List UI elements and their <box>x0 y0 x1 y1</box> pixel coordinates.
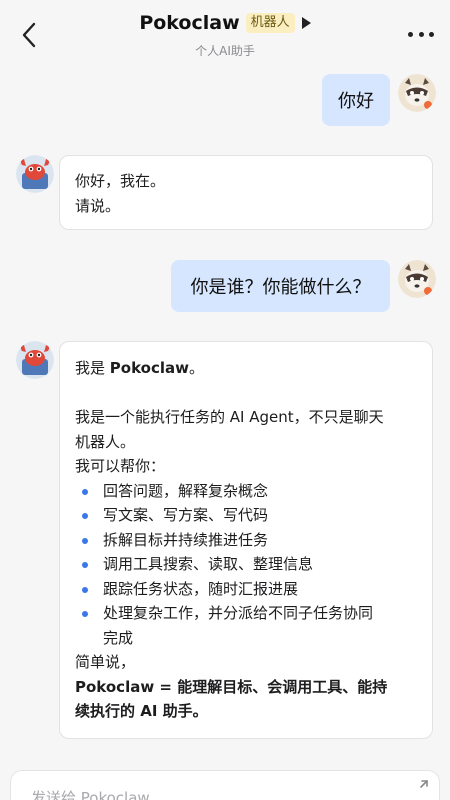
summary-label: 简单说， <box>75 653 136 671</box>
chat-header: Pokoclaw 机器人 个人AI助手 <box>0 0 450 68</box>
bot-message-line: 你好，我在。 <box>75 172 166 190</box>
user-message-bubble[interactable]: 你是谁？你能做什么？ <box>171 260 390 312</box>
list-item: 处理复杂工作，并分派给不同子任务协同 <box>75 601 417 626</box>
list-item: 调用工具搜索、读取、整理信息 <box>75 552 417 577</box>
bot-avatar[interactable] <box>16 341 54 379</box>
bot-name: Pokoclaw <box>109 359 189 377</box>
more-horizontal-icon[interactable] <box>408 24 434 44</box>
capability-list: 回答问题，解释复杂概念 写文案、写方案、写代码 拆解目标并持续推进任务 调用工具… <box>75 479 417 626</box>
user-message-bubble[interactable]: 你好 <box>322 74 390 126</box>
dot <box>418 31 424 37</box>
lobster-avatar-icon <box>16 341 54 379</box>
raccoon-avatar-icon <box>398 260 436 298</box>
list-item: 拆解目标并持续推进任务 <box>75 528 417 553</box>
user-message-text: 你好 <box>338 91 374 112</box>
help-label: 我可以帮你： <box>75 457 166 475</box>
triangle-right-icon[interactable] <box>301 17 311 29</box>
summary-line: Pokoclaw = 能理解目标、会调用工具、能持 <box>75 677 388 696</box>
bot-message-bubble[interactable]: 你好，我在。 请说。 <box>59 155 433 230</box>
bot-avatar[interactable] <box>16 155 54 193</box>
intro-line: 我是 Pokoclaw。 <box>75 356 417 381</box>
title-row: Pokoclaw 机器人 <box>0 12 450 34</box>
intro-prefix: 我是 <box>75 359 110 377</box>
paragraph-line: 我是一个能执行任务的 AI Agent，不只是聊天 <box>75 408 384 426</box>
list-item: 跟踪任务状态，随时汇报进展 <box>75 577 417 602</box>
chat-title[interactable]: Pokoclaw <box>139 12 239 34</box>
summary-line: 续执行的 AI 助手。 <box>75 702 208 720</box>
chat-subtitle: 个人AI助手 <box>195 44 255 58</box>
user-message-text: 你是谁？你能做什么？ <box>190 277 371 298</box>
bot-message-line: 请说。 <box>75 196 121 215</box>
user-avatar[interactable] <box>398 260 436 298</box>
list-item: 回答问题，解释复杂概念 <box>75 479 417 504</box>
bot-message-bubble[interactable]: 我是 Pokoclaw。 我是一个能执行任务的 AI Agent，不只是聊天 机… <box>59 341 433 739</box>
dot <box>408 31 413 37</box>
lobster-avatar-icon <box>16 155 54 193</box>
user-avatar[interactable] <box>398 74 436 112</box>
intro-suffix: 。 <box>188 359 204 377</box>
expand-icon[interactable] <box>413 779 429 795</box>
list-item-continuation: 完成 <box>103 628 134 647</box>
raccoon-avatar-icon <box>398 74 436 112</box>
message-composer <box>10 770 440 800</box>
dot <box>429 31 434 37</box>
paragraph-line: 机器人。 <box>75 432 136 451</box>
bot-badge: 机器人 <box>245 13 295 33</box>
message-input[interactable] <box>31 789 391 800</box>
list-item: 写文案、写方案、写代码 <box>75 503 417 528</box>
